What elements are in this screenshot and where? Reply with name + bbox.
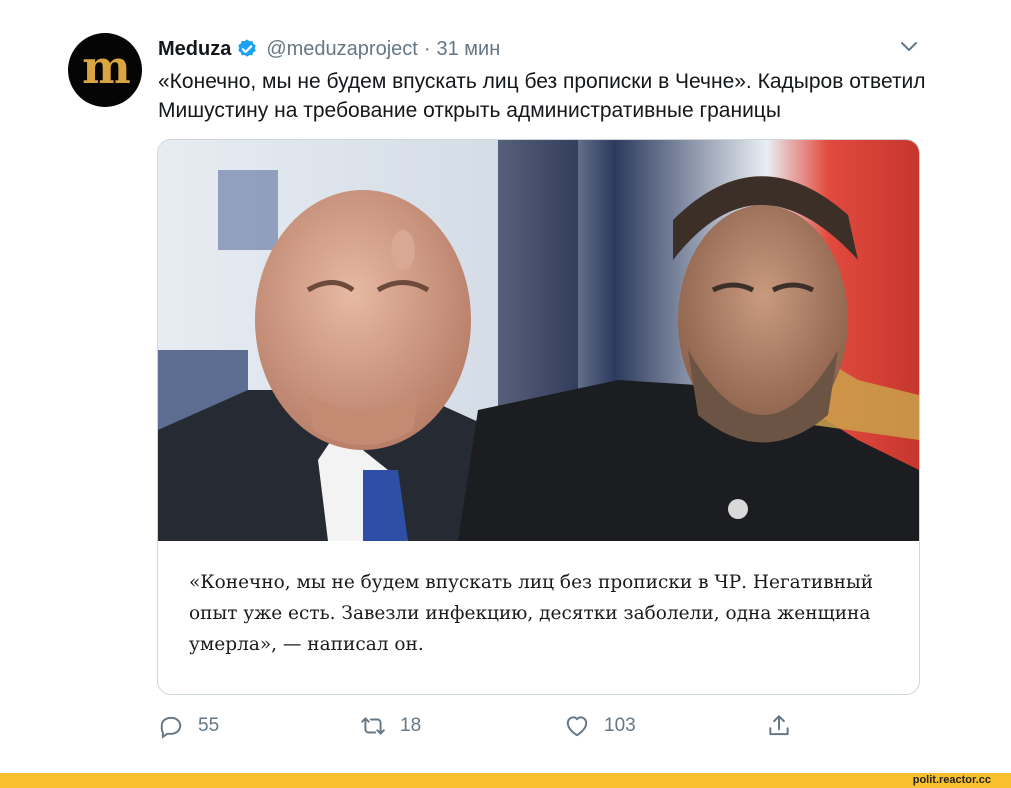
retweet-button[interactable]: 18 — [360, 706, 421, 746]
like-icon — [566, 716, 588, 737]
card-photo — [158, 140, 919, 541]
watermark-text: polit.reactor.cc — [912, 774, 991, 786]
like-count: 103 — [604, 715, 636, 736]
chevron-down-icon[interactable] — [898, 38, 920, 56]
tweet-header: Meduza @meduzaproject · 31 мин — [158, 34, 500, 64]
link-card[interactable]: «Конечно, мы не будем впускать лиц без п… — [157, 139, 920, 695]
avatar-logo: m — [82, 40, 131, 94]
tweet-time[interactable]: 31 мин — [437, 38, 501, 61]
retweet-icon — [361, 717, 385, 735]
watermark-bar: polit.reactor.cc — [0, 773, 1011, 788]
verified-badge-icon — [238, 39, 257, 57]
retweet-count: 18 — [400, 715, 422, 736]
tweet-text: «Конечно, мы не будем впускать лиц без п… — [158, 70, 926, 122]
tweet-actions: 55 18 103 — [0, 706, 1011, 746]
author-name[interactable]: Meduza — [158, 38, 231, 61]
avatar[interactable]: m — [68, 33, 142, 107]
share-button[interactable] — [766, 706, 792, 746]
separator-dot: · — [423, 37, 431, 60]
share-icon — [769, 715, 789, 736]
reply-button[interactable]: 55 — [158, 706, 219, 746]
author-handle[interactable]: @meduzaproject — [266, 38, 417, 61]
card-quote: «Конечно, мы не будем впускать лиц без п… — [189, 572, 874, 655]
reply-count: 55 — [198, 715, 220, 736]
like-button[interactable]: 103 — [564, 706, 636, 746]
reply-icon — [160, 716, 182, 739]
